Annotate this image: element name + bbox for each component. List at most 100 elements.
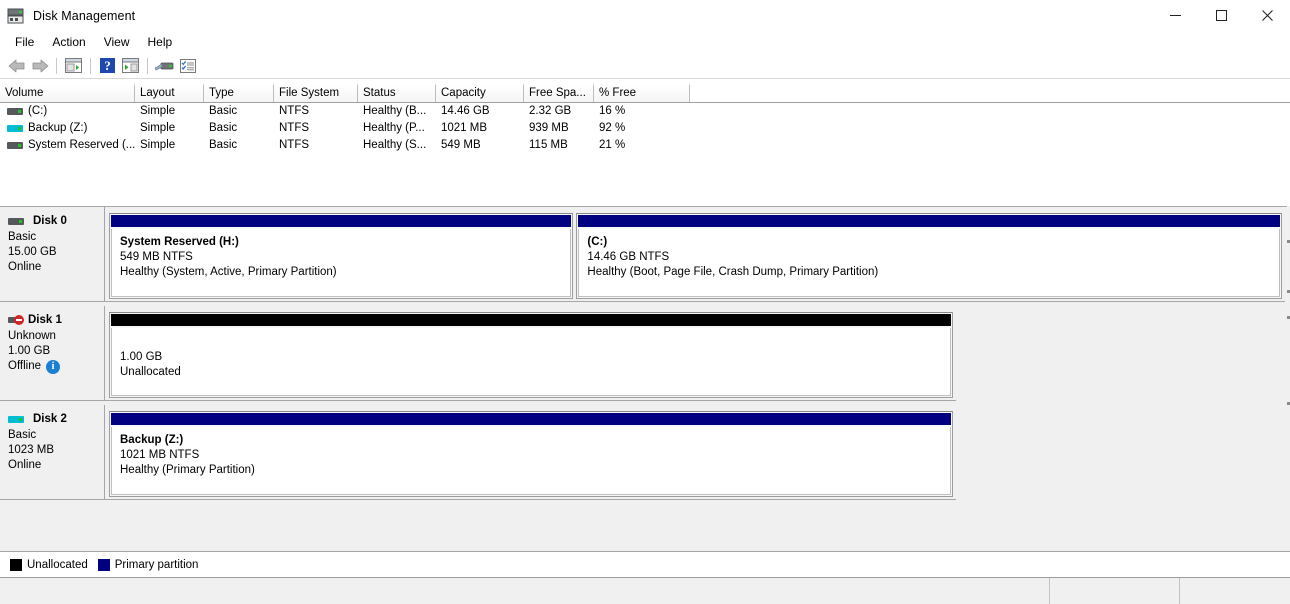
show-hide-console-tree-icon[interactable] [62, 55, 85, 77]
disk-0-meta: Basic15.00 GBOnline [8, 230, 104, 275]
disk-1-info[interactable]: Disk 1Unknown1.00 GBOfflinei [0, 306, 105, 400]
disk-0-size: 15.00 GB [8, 245, 104, 260]
cell-volume-label: (C:) [28, 103, 47, 120]
disk-1-type: Unknown [8, 329, 104, 344]
minimize-button[interactable] [1152, 0, 1198, 31]
volume-list-header: VolumeLayoutTypeFile SystemStatusCapacit… [0, 84, 1290, 103]
disk-row-disk-0[interactable]: Disk 0Basic15.00 GBOnlineSystem Reserved… [0, 207, 1285, 302]
partition-unallocated-size: 1.00 GB [120, 350, 950, 365]
disk-2-meta: Basic1023 MBOnline [8, 428, 104, 473]
legend-item: Primary partition [98, 559, 199, 571]
disk-0-graphic: System Reserved (H:)549 MB NTFSHealthy (… [105, 207, 1285, 301]
maximize-button[interactable] [1198, 0, 1244, 31]
column-header-volume[interactable]: Volume [0, 84, 135, 102]
partition-unallocated[interactable]: 1.00 GBUnallocated [109, 312, 953, 398]
cell-capacity: 549 MB [436, 137, 524, 154]
partition-backup-size: 1021 MB NTFS [120, 448, 950, 463]
menu-item-file[interactable]: File [6, 32, 43, 52]
forward-icon[interactable] [28, 55, 51, 77]
partition-system-reserved[interactable]: System Reserved (H:)549 MB NTFSHealthy (… [109, 213, 573, 299]
disk-row-disk-2[interactable]: Disk 2Basic1023 MBOnlineBackup (Z:)1021 … [0, 405, 956, 500]
status-pane-tertiary [1180, 578, 1290, 604]
drive-icon-gray [8, 216, 24, 227]
partition-system-reserved-label: System Reserved (H:) [120, 234, 570, 250]
disk-1-state: Offline [8, 359, 41, 374]
svg-text:?: ? [104, 58, 111, 73]
volume-list-panel: VolumeLayoutTypeFile SystemStatusCapacit… [0, 84, 1290, 206]
disk-2-title: Disk 2 [8, 412, 104, 426]
window-controls [1152, 0, 1290, 31]
status-pane-secondary [1050, 578, 1180, 604]
legend-label: Primary partition [115, 559, 199, 571]
table-row[interactable]: (C:)SimpleBasicNTFSHealthy (B...14.46 GB… [0, 103, 1290, 120]
partition-c-label: (C:) [587, 234, 1279, 250]
legend-label: Unallocated [27, 559, 88, 571]
disk-2-graphic: Backup (Z:)1021 MB NTFSHealthy (Primary … [105, 405, 956, 499]
column-header-layout[interactable]: Layout [135, 84, 204, 102]
menu-bar: File Action View Help [0, 31, 1290, 53]
close-button[interactable] [1244, 0, 1290, 31]
disk-error-icon [8, 314, 24, 327]
properties-icon[interactable] [176, 55, 199, 77]
cell-free_space: 115 MB [524, 137, 594, 154]
partition-backup-color-bar [111, 413, 951, 425]
menu-item-view[interactable]: View [95, 32, 139, 52]
table-row[interactable]: System Reserved (...SimpleBasicNTFSHealt… [0, 137, 1290, 154]
drive-icon-cyan [8, 414, 24, 425]
legend: Unallocated Primary partition [0, 551, 1290, 577]
rescan-disks-icon[interactable] [153, 55, 176, 77]
toolbar-separator [147, 58, 148, 74]
drive-icon-gray [7, 140, 23, 151]
disk-0-title: Disk 0 [8, 214, 104, 228]
column-header-free_space[interactable]: Free Spa... [524, 84, 594, 102]
cell-type: Basic [204, 120, 274, 137]
cell-volume: Backup (Z:) [0, 120, 135, 137]
partition-unallocated-details: 1.00 GBUnallocated [111, 328, 951, 396]
table-row[interactable]: Backup (Z:)SimpleBasicNTFSHealthy (P...1… [0, 120, 1290, 137]
disk-1-title: Disk 1 [8, 313, 104, 327]
cell-status: Healthy (P... [358, 120, 436, 137]
cell-capacity: 14.46 GB [436, 103, 524, 120]
cell-type: Basic [204, 137, 274, 154]
partition-backup[interactable]: Backup (Z:)1021 MB NTFSHealthy (Primary … [109, 411, 953, 497]
cell-layout: Simple [135, 120, 204, 137]
help-icon[interactable]: ? [96, 55, 119, 77]
cell-file_system: NTFS [274, 137, 358, 154]
cell-status: Healthy (B... [358, 103, 436, 120]
partition-system-reserved-details: System Reserved (H:)549 MB NTFSHealthy (… [111, 229, 571, 297]
column-header-percent_free[interactable]: % Free [594, 84, 690, 102]
status-bar [0, 577, 1290, 604]
drive-icon-gray [7, 106, 23, 117]
disk-2-name: Disk 2 [33, 413, 67, 425]
column-header-file_system[interactable]: File System [274, 84, 358, 102]
info-icon[interactable]: i [46, 360, 60, 374]
drive-icon-cyan [7, 123, 23, 134]
menu-item-help[interactable]: Help [139, 32, 182, 52]
status-pane-main [0, 578, 1050, 604]
partition-backup-label: Backup (Z:) [120, 432, 950, 448]
disk-1-graphic: 1.00 GBUnallocated [105, 306, 956, 400]
show-hide-action-pane-icon[interactable] [119, 55, 142, 77]
partition-c[interactable]: (C:)14.46 GB NTFSHealthy (Boot, Page Fil… [576, 213, 1282, 299]
back-icon[interactable] [5, 55, 28, 77]
disk-0-info[interactable]: Disk 0 Basic15.00 GBOnline [0, 207, 105, 301]
disk-0-state-line: Online [8, 260, 104, 275]
disk-0-state: Online [8, 260, 41, 275]
column-header-status[interactable]: Status [358, 84, 436, 102]
partition-backup-status: Healthy (Primary Partition) [120, 463, 950, 478]
volume-list-rows: (C:) SimpleBasicNTFSHealthy (B...14.46 GB… [0, 103, 1290, 154]
column-header-type[interactable]: Type [204, 84, 274, 102]
disk-1-name: Disk 1 [28, 314, 62, 326]
partition-c-size: 14.46 GB NTFS [587, 250, 1279, 265]
legend-item: Unallocated [10, 559, 88, 571]
cell-capacity: 1021 MB [436, 120, 524, 137]
cell-file_system: NTFS [274, 103, 358, 120]
disk-2-info[interactable]: Disk 2 Basic1023 MBOnline [0, 405, 105, 499]
partition-unallocated-color-bar [111, 314, 951, 326]
disk-row-disk-1[interactable]: Disk 1 Unknown 1.00 GB Offline i 1.00 GBUnall… [0, 306, 956, 401]
legend-swatch [10, 559, 22, 571]
menu-item-action[interactable]: Action [43, 32, 94, 52]
cell-free_space: 2.32 GB [524, 103, 594, 120]
column-header-capacity[interactable]: Capacity [436, 84, 524, 102]
cell-percent_free: 21 % [594, 137, 690, 154]
